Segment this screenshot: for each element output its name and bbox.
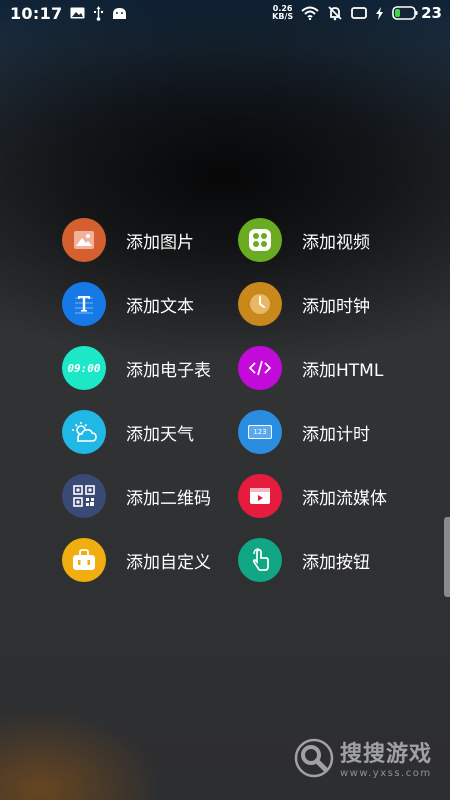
menu-item-label: 添加时钟 [302,296,370,317]
status-left: 10:17 [10,4,127,23]
screen-icon [351,7,368,19]
android-icon [112,7,127,20]
clock-icon [238,282,282,326]
menu-item-label: 添加按钮 [302,552,370,573]
qrcode-icon [62,474,106,518]
custom-icon [62,538,106,582]
charging-bolt-icon [375,6,384,20]
image-icon [62,218,106,262]
battery: 23 [392,4,442,22]
menu-item-label: 添加视频 [302,232,370,253]
digital-clock-icon: 09:00 [62,346,106,390]
weather-icon [62,410,106,454]
menu-item-add-clock[interactable]: 添加时钟 [238,282,414,326]
watermark-logo-icon [294,738,334,777]
gallery-notification-icon [70,7,85,19]
counter-icon-text: 123 [253,428,267,436]
battery-icon [392,6,418,20]
net-speed-unit: KB/S [272,12,294,21]
side-scroll-handle[interactable] [444,517,450,597]
menu-item-add-stream[interactable]: 添加流媒体 [238,474,414,518]
wifi-icon [301,6,319,20]
menu-item-add-text[interactable]: 添加文本 [62,282,238,326]
menu-item-add-video[interactable]: 添加视频 [238,218,414,262]
menu-item-add-digital-clock[interactable]: 09:00 添加电子表 [62,346,238,390]
menu-item-add-custom[interactable]: 添加自定义 [62,538,238,582]
digital-clock-icon-text: 09:00 [67,361,101,375]
menu-item-label: 添加天气 [126,424,194,445]
menu-item-label: 添加图片 [126,232,194,253]
menu-item-label: 添加流媒体 [302,488,387,509]
menu-item-add-qrcode[interactable]: 添加二维码 [62,474,238,518]
watermark-text: 搜搜游戏 www.yxss.com [340,736,432,779]
menu-item-add-counter[interactable]: 123 添加计时 [238,410,414,454]
watermark-title: 搜搜游戏 [340,742,433,767]
menu-item-label: 添加文本 [126,296,194,317]
menu-item-label: 添加自定义 [126,552,211,573]
menu-item-label: 添加电子表 [126,360,211,381]
watermark-url: www.yxss.com [340,768,432,779]
stream-icon [238,474,282,518]
text-icon [62,282,106,326]
video-icon [238,218,282,262]
add-widget-menu: 添加图片 添加视频 添加文本 添加时钟 09:00 添加电子表 添加HTML 添… [62,218,422,582]
html-icon [238,346,282,390]
menu-item-label: 添加计时 [302,424,370,445]
mute-bell-icon [327,5,343,21]
watermark: 搜搜游戏 www.yxss.com [294,736,432,779]
usb-icon [93,5,104,21]
menu-item-add-weather[interactable]: 添加天气 [62,410,238,454]
battery-level: 23 [421,4,442,22]
counter-icon: 123 [238,410,282,454]
net-speed: 0.26 KB/S [272,5,293,21]
button-icon [238,538,282,582]
status-bar: 10:17 0.26 KB/S 23 [0,0,450,26]
menu-item-label: 添加HTML [302,360,384,381]
menu-item-add-button[interactable]: 添加按钮 [238,538,414,582]
status-time: 10:17 [10,3,63,23]
status-right: 0.26 KB/S 23 [272,4,442,22]
menu-item-add-html[interactable]: 添加HTML [238,346,414,390]
menu-item-add-image[interactable]: 添加图片 [62,218,238,262]
menu-item-label: 添加二维码 [126,488,211,509]
